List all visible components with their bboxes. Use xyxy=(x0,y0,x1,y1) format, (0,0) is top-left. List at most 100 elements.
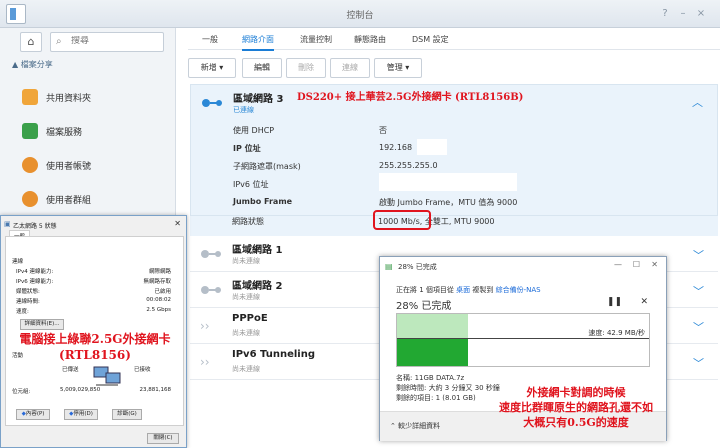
ipv6-label: IPv6 連線能力: xyxy=(16,279,54,285)
bytes-received: 23,881,168 xyxy=(139,387,172,393)
redaction-box xyxy=(379,173,517,191)
lan3-annotation: DS220+ 接上華芸2.5G外接網卡 (RTL8156B) xyxy=(297,92,524,103)
copy-text: 複製到 xyxy=(472,286,494,294)
speed-line xyxy=(397,338,649,339)
sidebar-item-shared-folder[interactable]: 共用資料夾 xyxy=(0,80,176,114)
annotation-line: 外接網卡對調的時候 xyxy=(526,386,626,399)
connect-button[interactable]: 連線 xyxy=(330,58,370,78)
duration-label: 連線時間: xyxy=(16,299,40,305)
search-input[interactable] xyxy=(71,36,159,46)
annotation-line: (RTL8156) xyxy=(59,348,131,362)
maximize-icon[interactable]: ☐ xyxy=(633,260,640,269)
new-button[interactable]: 新增 ▾ xyxy=(188,58,236,78)
dhcp-value: 否 xyxy=(379,126,387,135)
jumbo-frame-value: 啟動 Jumbo Frame，MTU 值為 9000 xyxy=(379,198,518,207)
tab-bar: 一般 網路介面 流量控制 靜態路由 DSM 設定 xyxy=(188,28,720,51)
chevron-down-icon[interactable]: ﹀ xyxy=(693,319,704,335)
network-status-label: 網路狀態 xyxy=(232,217,264,226)
received-label: 已接收 xyxy=(134,367,151,373)
close-icon[interactable]: × xyxy=(694,7,708,21)
minimize-icon[interactable]: — xyxy=(614,260,622,269)
redaction-box xyxy=(417,139,447,155)
manage-button[interactable]: 管理 ▾ xyxy=(374,58,422,78)
tab-traffic-control[interactable]: 流量控制 xyxy=(300,34,332,45)
annotation-line: 電腦接上綠聯2.5G外接網卡 xyxy=(19,332,171,346)
pppoe-chevrons-icon: ›› xyxy=(200,319,210,333)
diagnose-button[interactable]: 診斷(G) xyxy=(112,409,142,420)
sidebar-item-file-services[interactable]: 檔案服務 xyxy=(0,114,176,148)
copy-description: 正在將 1 個項目從 桌面 複製到 綜合備份-NAS xyxy=(396,285,541,295)
delete-button[interactable]: 刪除 xyxy=(286,58,326,78)
ipv6-label: IPv6 位址 xyxy=(233,180,269,189)
annotation-line: 速度比群暉原生的網路孔還不如 xyxy=(499,401,653,414)
help-icon[interactable]: ? xyxy=(658,7,672,21)
close-icon[interactable]: ✕ xyxy=(651,260,658,269)
window-title: 控制台 xyxy=(346,11,374,21)
dialog-title: 28% 已完成 xyxy=(398,263,437,271)
bytes-label: 位元組: xyxy=(12,389,31,395)
network-adapter-icon: ▣ xyxy=(4,220,11,228)
chevron-down-icon[interactable]: ﹀ xyxy=(693,247,704,263)
group-icon xyxy=(22,191,38,207)
ipv6-value: 無網路存取 xyxy=(143,279,171,285)
edit-button[interactable]: 編輯 xyxy=(242,58,282,78)
cancel-icon[interactable]: ✕ xyxy=(640,297,648,307)
mask-label: 子網路遮罩(mask) xyxy=(233,162,301,171)
time-remaining: 剩餘時間: 大約 3 分鐘又 30 秒鐘 xyxy=(396,384,500,392)
title-bar: 控制台 ? – × xyxy=(0,0,720,28)
chevron-up-icon: ⌃ xyxy=(390,422,396,430)
copy-text: 正在將 1 個項目從 xyxy=(396,286,454,294)
source-link[interactable]: 桌面 xyxy=(456,286,470,294)
ipv4-label: IPv4 連線能力: xyxy=(16,269,54,275)
chevron-down-icon[interactable]: ﹀ xyxy=(693,355,704,371)
interface-status: 尚未連線 xyxy=(232,329,260,337)
network-node-icon xyxy=(201,286,221,294)
search-icon: ⌕ xyxy=(56,36,62,47)
destination-link[interactable]: 綜合備份-NAS xyxy=(496,286,541,294)
disable-button[interactable]: ◆停用(D) xyxy=(64,409,98,420)
ipv4-value: 網際網路 xyxy=(148,269,171,275)
highlight-box xyxy=(373,210,431,230)
pause-icon[interactable]: ❚❚ xyxy=(607,297,622,307)
file-name: 名稱: 11GB DATA.7z xyxy=(396,374,465,382)
interface-lan3-expanded[interactable]: 區域網路 3 DS220+ 接上華芸2.5G外接網卡 (RTL8156B) 已連… xyxy=(190,84,718,216)
dialog-title: 乙太網路 5 狀態 xyxy=(13,223,57,230)
interface-name: 區域網路 2 xyxy=(232,281,283,292)
sidebar-item-group[interactable]: 使用者群組 xyxy=(0,182,176,216)
close-button[interactable]: 關閉(C) xyxy=(147,433,179,444)
sidebar-section-file-sharing[interactable]: ▲ 檔案分享 xyxy=(12,59,53,70)
duration-value: 00:08:02 xyxy=(146,297,171,303)
details-button[interactable]: 詳細資料(E)... xyxy=(20,319,64,330)
ip-value: 192.168 xyxy=(379,143,413,152)
copy-annotation: 外接網卡對調的時候 速度比群暉原生的網路孔還不如 大概只有0.5G的速度 xyxy=(486,385,666,430)
interface-name: 區域網路 1 xyxy=(232,245,283,256)
speed-graph: 速度: 42.9 MB/秒 xyxy=(396,313,650,367)
chevron-up-icon[interactable]: ︿ xyxy=(692,94,703,110)
interface-name: PPPoE xyxy=(232,313,268,324)
interface-status: 尚未連線 xyxy=(232,293,260,301)
tab-dsm-settings[interactable]: DSM 設定 xyxy=(412,34,449,45)
media-label: 媒體狀態: xyxy=(16,289,40,295)
tab-general[interactable]: 一般 xyxy=(202,34,218,45)
network-computers-icon xyxy=(93,366,121,386)
mask-value: 255.255.255.0 xyxy=(379,161,438,170)
tab-static-route[interactable]: 靜態路由 xyxy=(354,34,386,45)
tab-network-interface[interactable]: 網路介面 xyxy=(242,34,274,51)
user-icon xyxy=(22,157,38,173)
less-details-button[interactable]: ⌃ 較少詳細資料 xyxy=(390,421,440,431)
sidebar-item-user[interactable]: 使用者帳號 xyxy=(0,148,176,182)
media-value: 已啟用 xyxy=(154,289,171,295)
file-services-icon xyxy=(22,123,38,139)
speed-bar xyxy=(397,338,468,366)
bytes-sent: 5,009,029,850 xyxy=(60,387,101,393)
home-button[interactable]: ⌂ xyxy=(20,32,42,52)
network-node-icon xyxy=(202,99,222,107)
properties-button[interactable]: ◆內容(P) xyxy=(16,409,50,420)
close-icon[interactable]: ✕ xyxy=(174,219,181,228)
interface-name: 區域網路 3 xyxy=(233,94,284,105)
search-box[interactable]: ⌕ xyxy=(50,32,164,52)
chevron-down-icon[interactable]: ﹀ xyxy=(693,283,704,299)
minimize-icon[interactable]: – xyxy=(676,7,690,21)
speed-label: 速度: xyxy=(16,309,29,315)
interface-status: 已連線 xyxy=(233,106,254,114)
